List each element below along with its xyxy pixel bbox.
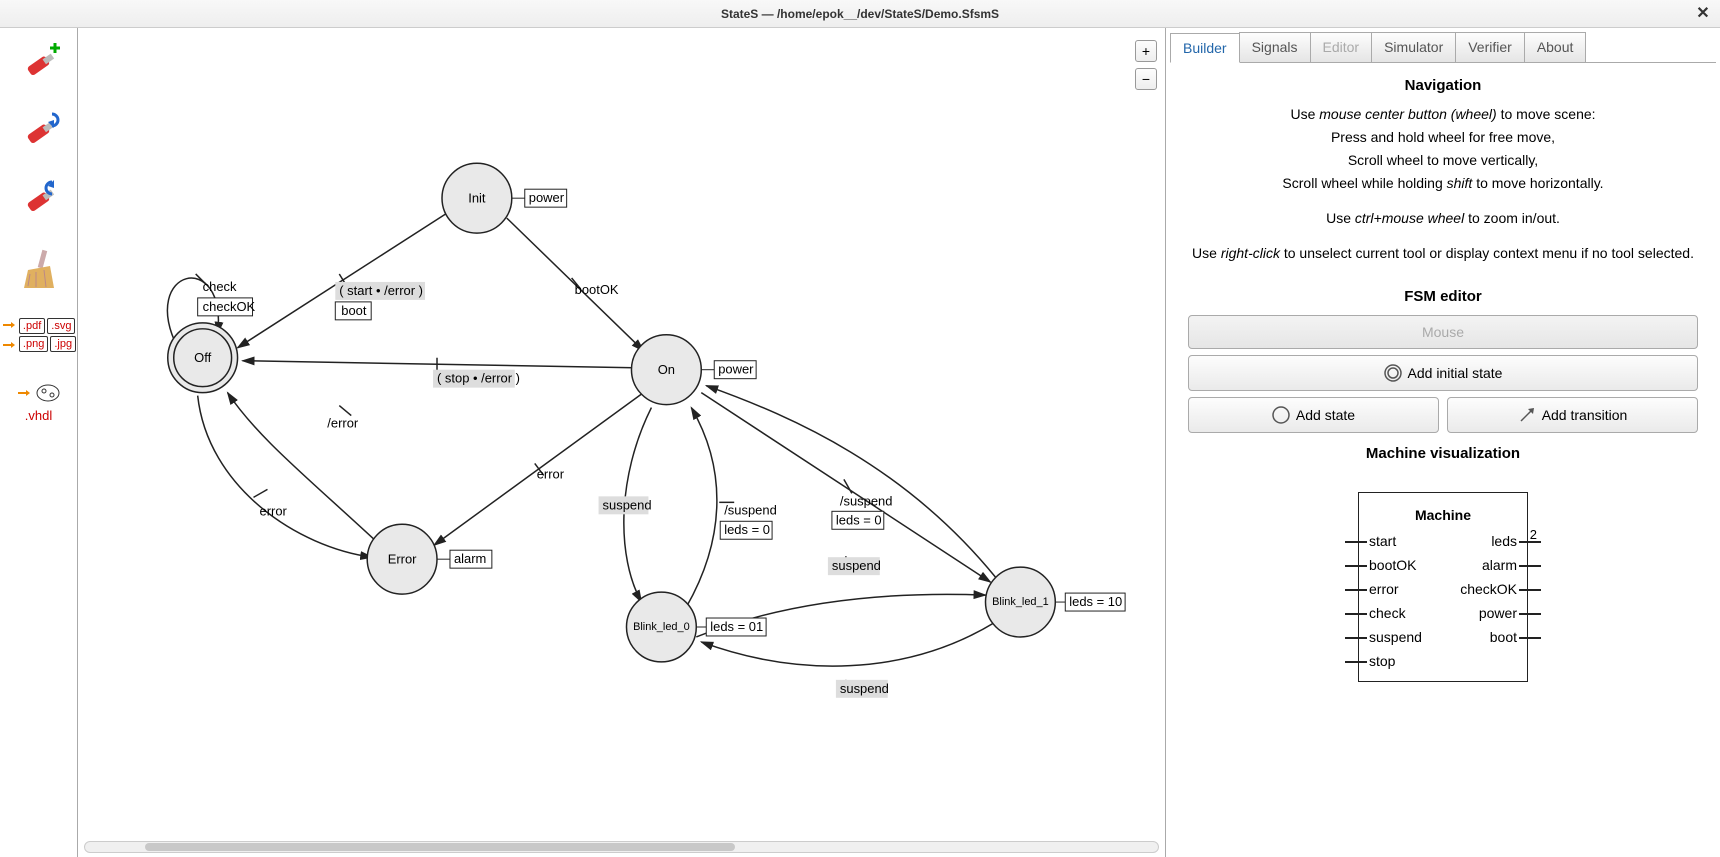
- usb-save-icon: [16, 108, 62, 154]
- ext-png: .png: [19, 336, 48, 352]
- tab-builder[interactable]: Builder: [1170, 33, 1240, 63]
- tab-about[interactable]: About: [1524, 32, 1587, 62]
- state-bl1[interactable]: Blink_led_1: [992, 596, 1049, 608]
- port-out-checkok: checkOK: [1460, 581, 1517, 597]
- clear-button[interactable]: [10, 238, 68, 296]
- load-machine-button[interactable]: [10, 170, 68, 228]
- titlebar: StateS — /home/epok__/dev/StateS/Demo.Sf…: [0, 0, 1720, 28]
- mv-heading: Machine visualization: [1202, 445, 1684, 462]
- nav-line2: Press and hold wheel for free move,: [1190, 127, 1696, 148]
- trans-on-error-cond: error: [537, 466, 565, 481]
- fsm-heading: FSM editor: [1184, 288, 1702, 305]
- circle-ring-icon: [1384, 364, 1402, 382]
- add-state-button[interactable]: Add state: [1188, 397, 1439, 433]
- main-toolbar: .pdf.svg .png.jpg .vhdl: [0, 28, 78, 857]
- window-title: StateS — /home/epok__/dev/StateS/Demo.Sf…: [721, 7, 999, 21]
- zoom-out-button[interactable]: −: [1135, 68, 1157, 90]
- nav-line5: Use ctrl+mouse wheel to zoom in/out.: [1190, 208, 1696, 229]
- trans-bl1-on-cond: suspend: [832, 558, 881, 573]
- state-error-output: alarm: [454, 551, 486, 566]
- nav-line1: Use mouse center button (wheel) to move …: [1190, 104, 1696, 125]
- usb-load-icon: [16, 176, 62, 222]
- side-panel: Builder Signals Editor Simulator Verifie…: [1165, 28, 1720, 857]
- mouse-tool-button[interactable]: Mouse: [1188, 315, 1698, 349]
- broom-icon: [16, 244, 62, 290]
- new-machine-button[interactable]: [10, 34, 68, 92]
- port-in-stop: stop: [1369, 653, 1395, 669]
- trans-bl0-on-act: leds = 0: [724, 522, 770, 537]
- state-init-output: power: [529, 190, 565, 205]
- trans-error-off-cond: /error: [327, 416, 359, 431]
- close-icon[interactable]: ✕: [1694, 4, 1712, 22]
- trans-bl0-bl1-cond: suspend: [840, 681, 889, 696]
- export-vhdl-button[interactable]: .vhdl: [10, 374, 68, 432]
- panel-tabs: Builder Signals Editor Simulator Verifie…: [1170, 32, 1716, 63]
- add-initial-state-button[interactable]: Add initial state: [1188, 355, 1698, 391]
- fsm-canvas[interactable]: + −: [78, 28, 1165, 857]
- export-arrows-icon: [1, 315, 15, 355]
- trans-on-bl1-act: leds = 0: [836, 512, 882, 527]
- canvas-scrollbar-h[interactable]: [84, 841, 1159, 853]
- save-machine-button[interactable]: [10, 102, 68, 160]
- machine-outputs: leds2 alarm checkOK power boot: [1460, 533, 1517, 669]
- trans-init-off-act: boot: [341, 303, 367, 318]
- port-in-start: start: [1369, 533, 1396, 549]
- trans-on-bl1-cond: /suspend: [840, 493, 893, 508]
- port-in-check: check: [1369, 605, 1406, 621]
- usb-plus-icon: [16, 40, 62, 86]
- fsm-diagram: check checkOK ( start • /error ) boot bo…: [78, 28, 1165, 857]
- tab-simulator[interactable]: Simulator: [1371, 32, 1456, 62]
- nav-line3: Scroll wheel to move vertically,: [1190, 150, 1696, 171]
- trans-off-self-act: checkOK: [203, 299, 256, 314]
- arrow-icon: [1518, 406, 1536, 424]
- trans-off-self-cond: check: [203, 279, 237, 294]
- nav-line6: Use right-click to unselect current tool…: [1190, 243, 1696, 264]
- state-bl0-output: leds = 01: [710, 619, 763, 634]
- tab-verifier[interactable]: Verifier: [1455, 32, 1525, 62]
- trans-on-off-cond: ( stop • /error ): [437, 371, 520, 386]
- state-on-output: power: [718, 362, 754, 377]
- machine-inputs: start bootOK error check suspend stop: [1369, 533, 1422, 669]
- state-bl0[interactable]: Blink_led_0: [633, 621, 690, 633]
- trans-off-error-cond: error: [259, 503, 287, 518]
- chip-icon: [34, 382, 62, 404]
- trans-bl0-on-cond: /suspend: [724, 502, 777, 517]
- ext-jpg: .jpg: [50, 336, 76, 352]
- trans-on-bl0-cond: suspend: [603, 497, 652, 512]
- tab-signals[interactable]: Signals: [1239, 32, 1311, 62]
- add-transition-button[interactable]: Add transition: [1447, 397, 1698, 433]
- state-on[interactable]: On: [658, 362, 675, 377]
- tab-editor[interactable]: Editor: [1310, 32, 1373, 62]
- machine-box-title: Machine: [1369, 507, 1517, 523]
- port-out-boot: boot: [1490, 629, 1517, 645]
- port-in-suspend: suspend: [1369, 629, 1422, 645]
- port-out-power: power: [1479, 605, 1517, 621]
- ext-pdf: .pdf: [19, 318, 45, 334]
- ext-vhdl: .vhdl: [21, 406, 56, 425]
- export-image-button[interactable]: .pdf.svg .png.jpg: [10, 306, 68, 364]
- trans-init-on-cond: bootOK: [575, 282, 619, 297]
- circle-icon: [1272, 406, 1290, 424]
- zoom-in-button[interactable]: +: [1135, 40, 1157, 62]
- export-arrow-icon: [16, 383, 30, 403]
- port-in-error: error: [1369, 581, 1399, 597]
- state-error[interactable]: Error: [388, 552, 417, 567]
- trans-init-off-cond: ( start • /error ): [339, 283, 423, 298]
- state-init[interactable]: Init: [468, 191, 486, 206]
- ext-svg: .svg: [47, 318, 75, 334]
- nav-line4: Scroll wheel while holding shift to move…: [1190, 173, 1696, 194]
- port-in-bootok: bootOK: [1369, 557, 1416, 573]
- port-out-leds: leds2: [1491, 533, 1517, 549]
- port-out-alarm: alarm: [1482, 557, 1517, 573]
- state-bl1-output: leds = 10: [1069, 594, 1122, 609]
- machine-box: Machine start bootOK error check suspend…: [1358, 492, 1528, 682]
- state-off[interactable]: Off: [194, 350, 211, 365]
- nav-heading: Navigation: [1184, 77, 1702, 94]
